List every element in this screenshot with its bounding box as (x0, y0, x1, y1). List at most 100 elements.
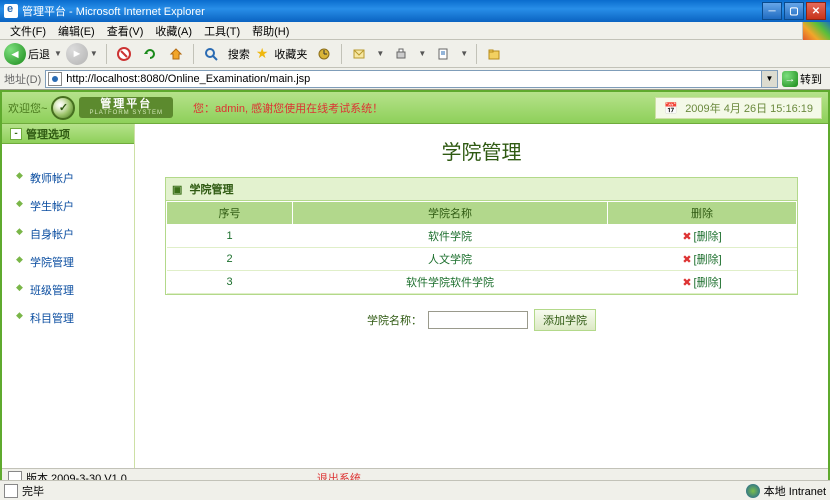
page-icon (48, 72, 62, 86)
th-no: 序号 (167, 202, 293, 225)
sidebar-item-subject[interactable]: 科目管理 (2, 304, 134, 332)
page-title: 学院管理 (165, 136, 798, 165)
cell-del: ✖[删除] (608, 248, 797, 271)
search-icon[interactable] (200, 43, 222, 65)
search-label[interactable]: 搜索 (226, 46, 252, 62)
header-message: 您：admin, 感谢您使用在线考试系统！ (193, 100, 383, 116)
add-college-form: 学院名称： 添加学院 (232, 309, 732, 331)
table-row: 2 人文学院 ✖[删除] (167, 248, 797, 271)
go-button[interactable]: → 转到 (778, 71, 826, 87)
menu-edit[interactable]: 编辑(E) (52, 23, 101, 39)
address-dropdown[interactable]: ▼ (762, 70, 778, 88)
sidebar-item-teacher[interactable]: 教师帐户 (2, 164, 134, 192)
x-icon: ✖ (682, 254, 691, 266)
menubar: 文件(F) 编辑(E) 查看(V) 收藏(A) 工具(T) 帮助(H) (0, 22, 830, 40)
mail-button[interactable] (348, 43, 370, 65)
print-button[interactable] (390, 43, 412, 65)
ie-icon (4, 4, 18, 18)
delete-link[interactable]: [删除] (694, 231, 722, 243)
address-url: http://localhost:8080/Online_Examination… (66, 73, 310, 85)
table-row: 3 软件学院软件学院 ✖[删除] (167, 271, 797, 294)
refresh-button[interactable] (139, 43, 161, 65)
toolbar: ◄ 后退 ▼ ► ▼ 搜索 ★ 收藏夹 ▼ ▼ ▼ (0, 40, 830, 68)
header-datetime: 📅 2009年 4月 26日 15:16:19 (655, 97, 822, 119)
back-dropdown[interactable]: ▼ (52, 49, 64, 58)
stop-button[interactable] (113, 43, 135, 65)
window-titlebar: 管理平台 - Microsoft Internet Explorer ─ ▢ ✕ (0, 0, 830, 22)
nav-back-forward: ◄ 后退 ▼ ► ▼ (4, 43, 100, 65)
college-name-input[interactable] (428, 311, 528, 329)
sidebar-item-student[interactable]: 学生帐户 (2, 192, 134, 220)
forward-button[interactable]: ► (66, 43, 88, 65)
edit-button[interactable] (432, 43, 454, 65)
menu-file[interactable]: 文件(F) (4, 23, 52, 39)
address-label: 地址(D) (4, 71, 45, 87)
zone-icon (746, 484, 760, 498)
back-button[interactable]: ◄ (4, 43, 26, 65)
panel-title-text: 学院管理 (189, 184, 233, 196)
cell-name: 软件学院软件学院 (293, 271, 608, 294)
print-dropdown[interactable]: ▼ (416, 49, 428, 58)
book-icon: ▣ (172, 184, 182, 196)
history-button[interactable] (313, 43, 335, 65)
cell-name: 人文学院 (293, 248, 608, 271)
cell-no: 3 (167, 271, 293, 294)
mail-dropdown[interactable]: ▼ (374, 49, 386, 58)
windows-logo-icon (802, 22, 830, 40)
app-header: 欢迎您~ 管理平台 PLATFORM SYSTEM 您：admin, 感谢您使用… (2, 92, 828, 124)
app-title-text: 管理平台 (100, 99, 152, 110)
go-label: 转到 (800, 71, 822, 87)
collapse-icon[interactable]: - (10, 128, 22, 140)
sidebar-item-class[interactable]: 班级管理 (2, 276, 134, 304)
sidebar-item-college[interactable]: 学院管理 (2, 248, 134, 276)
home-button[interactable] (165, 43, 187, 65)
status-page-icon (4, 484, 18, 498)
th-del: 删除 (608, 202, 797, 225)
panel-header: ▣ 学院管理 (166, 178, 797, 201)
delete-link[interactable]: [删除] (694, 254, 722, 266)
address-input[interactable]: http://localhost:8080/Online_Examination… (45, 70, 762, 88)
app-title: 管理平台 PLATFORM SYSTEM (79, 97, 173, 118)
favorites-icon[interactable]: ★ (256, 45, 269, 62)
edit-dropdown[interactable]: ▼ (458, 49, 470, 58)
calendar-icon: 📅 (664, 103, 678, 115)
cell-no: 2 (167, 248, 293, 271)
zone-text: 本地 Intranet (764, 483, 826, 499)
back-label[interactable]: 后退 (26, 46, 52, 62)
status-text: 完毕 (22, 483, 44, 499)
folder-button[interactable] (483, 43, 505, 65)
college-name-label: 学院名称： (367, 312, 422, 328)
minimize-button[interactable]: ─ (762, 2, 782, 20)
go-arrow-icon: → (782, 71, 798, 87)
close-button[interactable]: ✕ (806, 2, 826, 20)
sidebar-item-self[interactable]: 自身帐户 (2, 220, 134, 248)
datetime-text: 2009年 4月 26日 15:16:19 (685, 103, 813, 115)
app-container: 欢迎您~ 管理平台 PLATFORM SYSTEM 您：admin, 感谢您使用… (0, 90, 830, 488)
delete-link[interactable]: [删除] (694, 277, 722, 289)
welcome-text: 欢迎您~ (8, 100, 47, 116)
sidebar-title-text: 管理选项 (26, 126, 70, 142)
th-name: 学院名称 (293, 202, 608, 225)
sidebar-title[interactable]: - 管理选项 (2, 124, 134, 144)
table-row: 1 软件学院 ✖[删除] (167, 225, 797, 248)
menu-fav[interactable]: 收藏(A) (149, 23, 198, 39)
addressbar: 地址(D) http://localhost:8080/Online_Exami… (0, 68, 830, 90)
menu-tools[interactable]: 工具(T) (198, 23, 246, 39)
x-icon: ✖ (682, 231, 691, 243)
app-logo-icon (51, 96, 75, 120)
menu-view[interactable]: 查看(V) (101, 23, 150, 39)
forward-dropdown[interactable]: ▼ (88, 49, 100, 58)
favorites-label[interactable]: 收藏夹 (272, 46, 309, 62)
content: 学院管理 ▣ 学院管理 序号 学院名称 删除 (135, 124, 828, 468)
x-icon: ✖ (682, 277, 691, 289)
add-college-button[interactable]: 添加学院 (534, 309, 596, 331)
cell-del: ✖[删除] (608, 225, 797, 248)
app-body: - 管理选项 教师帐户 学生帐户 自身帐户 学院管理 班级管理 科目管理 学院管… (2, 124, 828, 468)
cell-no: 1 (167, 225, 293, 248)
cell-name: 软件学院 (293, 225, 608, 248)
menu-help[interactable]: 帮助(H) (246, 23, 295, 39)
app-subtitle: PLATFORM SYSTEM (89, 110, 163, 116)
cell-del: ✖[删除] (608, 271, 797, 294)
college-table: 序号 学院名称 删除 1 软件学院 ✖[删除] 2 人文 (166, 201, 797, 294)
maximize-button[interactable]: ▢ (784, 2, 804, 20)
